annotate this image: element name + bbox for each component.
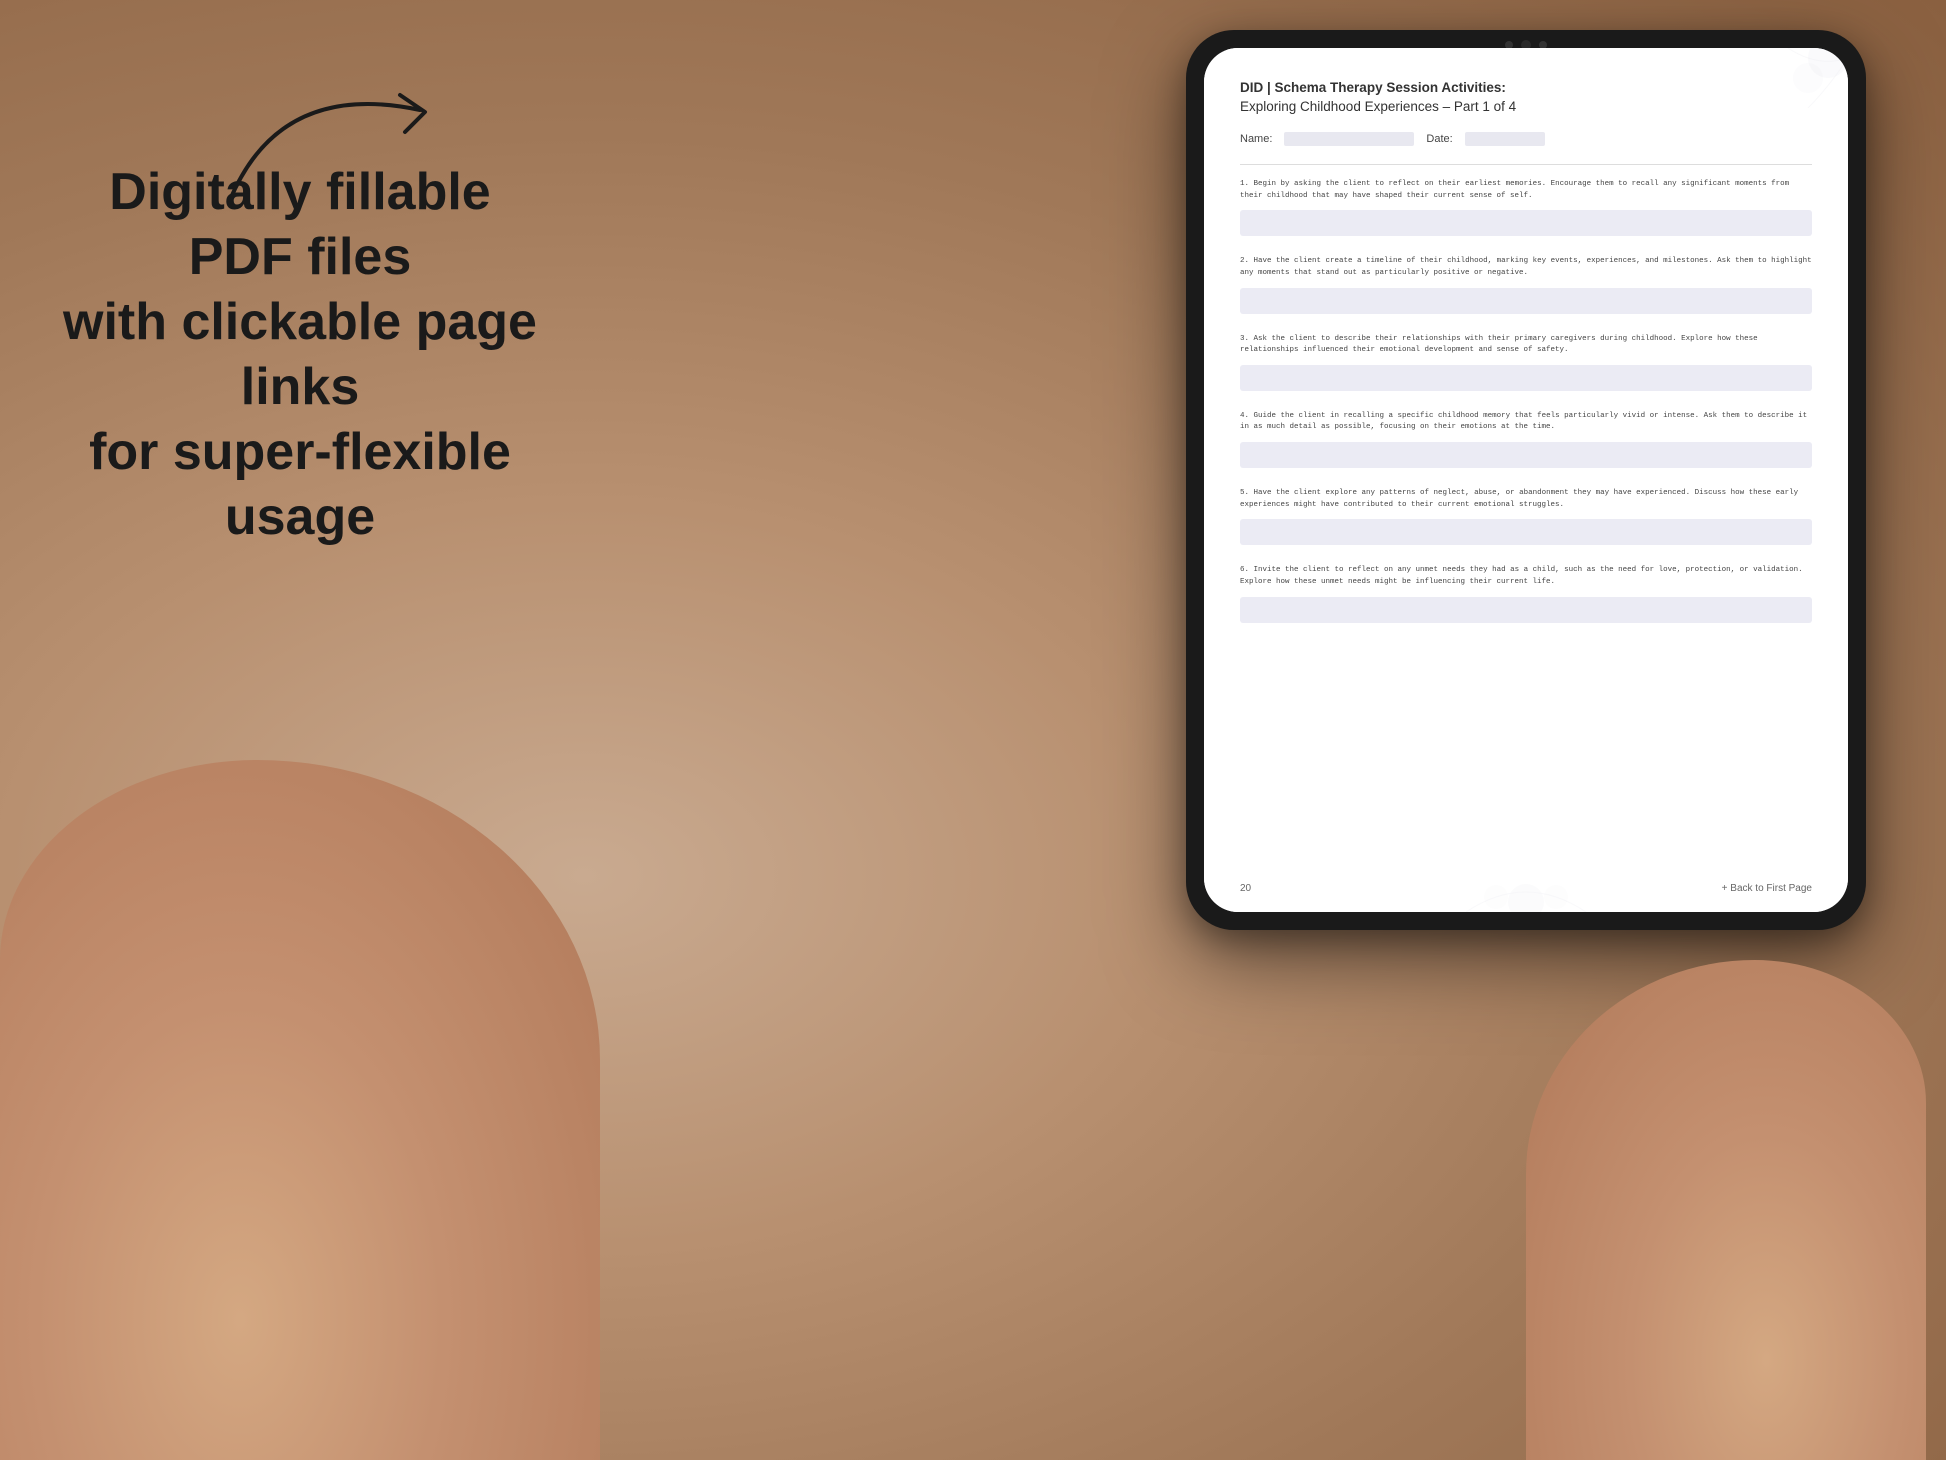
date-label: Date: <box>1426 133 1452 145</box>
doc-divider <box>1240 164 1812 165</box>
main-tagline: Digitally fillable PDF files with clicka… <box>60 160 540 550</box>
doc-item-5: 5. Have the client explore any patterns … <box>1240 488 1812 545</box>
ornament-bottom <box>1426 862 1626 912</box>
doc-answer-box-5[interactable] <box>1240 519 1812 545</box>
doc-subtitle: Exploring Childhood Experiences – Part 1… <box>1240 99 1812 114</box>
doc-item-2: 2. Have the client create a timeline of … <box>1240 256 1812 313</box>
tablet-screen: DID | Schema Therapy Session Activities:… <box>1204 48 1848 912</box>
doc-title: DID | Schema Therapy Session Activities: <box>1240 80 1812 95</box>
doc-answer-box-1[interactable] <box>1240 210 1812 236</box>
doc-item-6-text: 6. Invite the client to reflect on any u… <box>1240 565 1812 588</box>
doc-item-3-text: 3. Ask the client to describe their rela… <box>1240 334 1812 357</box>
left-panel: Digitally fillable PDF files with clicka… <box>60 160 540 550</box>
doc-name-date-row: Name: Date: <box>1240 132 1812 146</box>
doc-answer-box-2[interactable] <box>1240 288 1812 314</box>
name-field[interactable] <box>1284 132 1414 146</box>
tablet-outer: DID | Schema Therapy Session Activities:… <box>1186 30 1866 930</box>
back-to-first-page-link[interactable]: + Back to First Page <box>1722 883 1812 894</box>
doc-item-6: 6. Invite the client to reflect on any u… <box>1240 565 1812 622</box>
page-number: 20 <box>1240 883 1251 894</box>
doc-item-1: 1. Begin by asking the client to reflect… <box>1240 179 1812 236</box>
hand-left <box>0 760 600 1460</box>
doc-item-3: 3. Ask the client to describe their rela… <box>1240 334 1812 391</box>
doc-item-1-text: 1. Begin by asking the client to reflect… <box>1240 179 1812 202</box>
doc-item-4-text: 4. Guide the client in recalling a speci… <box>1240 411 1812 434</box>
tablet-device: DID | Schema Therapy Session Activities:… <box>1186 30 1866 930</box>
ornament-top <box>1728 48 1848 108</box>
hand-right <box>1526 960 1926 1460</box>
doc-item-5-text: 5. Have the client explore any patterns … <box>1240 488 1812 511</box>
doc-item-2-text: 2. Have the client create a timeline of … <box>1240 256 1812 279</box>
name-label: Name: <box>1240 133 1272 145</box>
doc-answer-box-6[interactable] <box>1240 597 1812 623</box>
doc-answer-box-3[interactable] <box>1240 365 1812 391</box>
document-content: DID | Schema Therapy Session Activities:… <box>1204 48 1848 912</box>
doc-answer-box-4[interactable] <box>1240 442 1812 468</box>
doc-item-4: 4. Guide the client in recalling a speci… <box>1240 411 1812 468</box>
date-field[interactable] <box>1465 132 1545 146</box>
